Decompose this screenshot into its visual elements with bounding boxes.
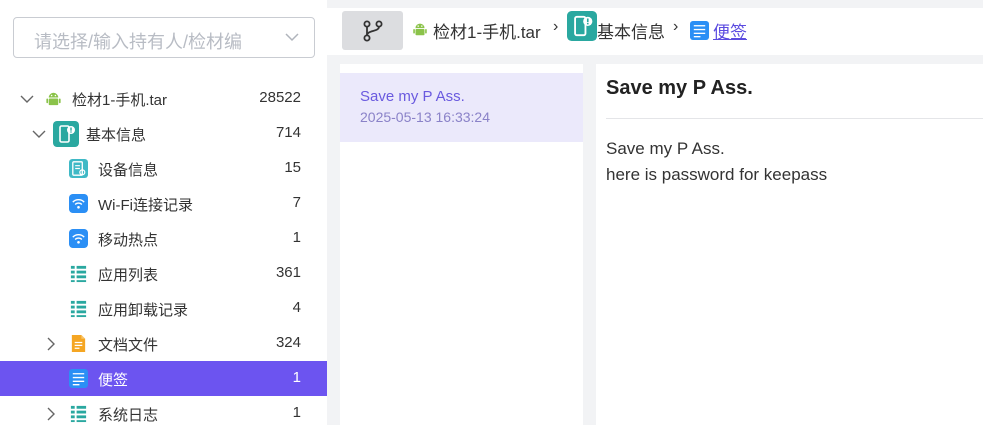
tree-item-count: 324 — [275, 334, 301, 351]
breadcrumb-item-notes[interactable]: 便签 — [713, 18, 747, 43]
branch-icon — [363, 20, 383, 42]
note-date: 2025-05-13 16:33:24 — [360, 109, 490, 125]
android-icon — [413, 23, 427, 36]
tree-item-label: 系统日志 — [98, 407, 159, 424]
tree-item-label: 基本信息 — [86, 127, 147, 144]
tree-item-label: 移动热点 — [98, 232, 159, 249]
note-title: Save my P Ass. — [360, 88, 465, 105]
note-detail-title: Save my P Ass. — [606, 77, 753, 99]
owner-select[interactable]: 请选择/输入持有人/检材编 — [13, 17, 315, 58]
list-icon — [70, 265, 87, 283]
branch-button[interactable] — [342, 11, 403, 50]
list-icon — [70, 405, 87, 423]
list-item[interactable]: Save my P Ass. 2025-05-13 16:33:24 — [340, 73, 583, 142]
tree-item-label: Wi-Fi连接记录 — [98, 197, 193, 214]
tree-item-count: 4 — [292, 299, 301, 316]
tree-item-label: 设备信息 — [98, 162, 159, 179]
tree-item-case-file[interactable]: 检材1-手机.tar 28522 — [0, 81, 327, 116]
note-detail-body: Save my P Ass. here is password for keep… — [606, 136, 827, 188]
tree-item-count: 1 — [292, 404, 301, 421]
document-icon — [71, 334, 86, 353]
tree-item-wifi-records[interactable]: Wi-Fi连接记录 7 — [0, 186, 327, 221]
chevron-down-icon — [285, 33, 299, 42]
tree-item-app-uninstall[interactable]: 应用卸载记录 4 — [0, 291, 327, 326]
note-icon — [690, 21, 709, 40]
notes-list: Save my P Ass. 2025-05-13 16:33:24 — [340, 64, 583, 425]
tree-item-count: 28522 — [259, 89, 301, 106]
tree-item-count: 7 — [292, 194, 301, 211]
phone-info-icon — [53, 121, 79, 147]
breadcrumb-separator: › — [673, 18, 679, 35]
device-info-icon — [69, 159, 88, 178]
tree-item-label: 检材1-手机.tar — [72, 92, 168, 109]
tree-item-label: 便签 — [98, 372, 129, 389]
tree-item-label: 应用卸载记录 — [98, 302, 189, 319]
owner-select-placeholder: 请选择/输入持有人/检材编 — [34, 32, 243, 52]
breadcrumb-separator: › — [553, 18, 559, 35]
tree-item-count: 15 — [284, 159, 301, 176]
note-body-line: here is password for keepass — [606, 165, 828, 184]
wifi-icon — [69, 194, 88, 213]
chevron-down-icon[interactable] — [20, 92, 34, 106]
tree-item-count: 1 — [292, 369, 301, 386]
list-icon — [70, 300, 87, 318]
tree-item-count: 1 — [292, 229, 301, 246]
tree-item-system-log[interactable]: 系统日志 1 — [0, 396, 327, 425]
note-body-line: Save my P Ass. — [606, 139, 725, 158]
tree-item-notes[interactable]: 便签 1 — [0, 361, 327, 396]
chevron-right-icon[interactable] — [44, 337, 58, 351]
chevron-down-icon[interactable] — [32, 127, 46, 141]
tree-item-count: 361 — [275, 264, 301, 281]
tree-item-label: 应用列表 — [98, 267, 159, 284]
tree-item-label: 文档文件 — [98, 337, 159, 354]
breadcrumb-item-basic-info[interactable]: 基本信息 — [597, 18, 665, 43]
tree-item-documents[interactable]: 文档文件 324 — [0, 326, 327, 361]
tree-item-count: 714 — [275, 124, 301, 141]
breadcrumb: 检材1-手机.tar › 基本信息 › 便签 — [327, 0, 983, 55]
chevron-right-icon[interactable] — [44, 407, 58, 421]
tree-item-basic-info[interactable]: 基本信息 714 — [0, 116, 327, 151]
tree-item-app-list[interactable]: 应用列表 361 — [0, 256, 327, 291]
divider — [606, 118, 983, 119]
tree-item-hotspot[interactable]: 移动热点 1 — [0, 221, 327, 256]
breadcrumb-item-case-file[interactable]: 检材1-手机.tar — [433, 18, 541, 43]
phone-info-icon — [567, 11, 597, 41]
wifi-icon — [69, 229, 88, 248]
android-icon — [46, 92, 61, 106]
tree-item-device-info[interactable]: 设备信息 15 — [0, 151, 327, 186]
sidebar: 请选择/输入持有人/检材编 检材1-手机.tar 28522 基本信息 714 — [0, 0, 327, 425]
note-icon — [69, 369, 88, 388]
note-detail: Save my P Ass. Save my P Ass. here is pa… — [596, 64, 983, 425]
